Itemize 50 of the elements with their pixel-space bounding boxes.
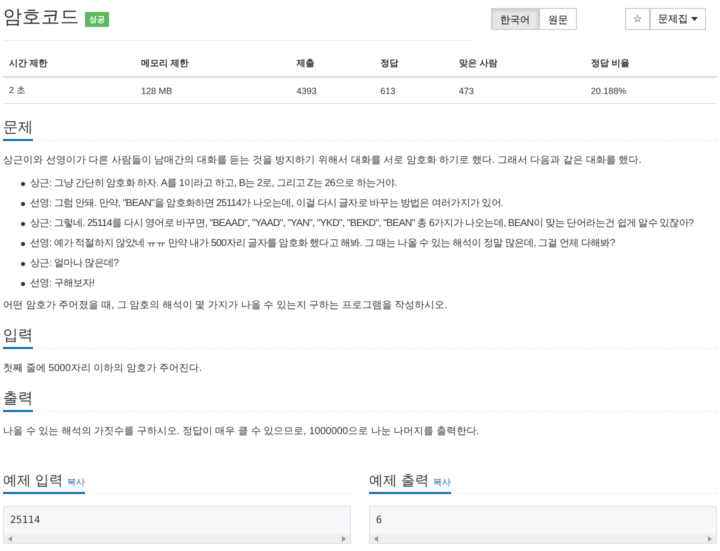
dialogue-line: 선영: 예가 적절하지 않았네 ㅠㅠ 만약 내가 500자리 글자를 암호화 했다고 해봐. 그 때는 나올 수 있는 해석이 정말 많은데, 그걸 언제 다해봐? [30, 237, 615, 250]
bullet-icon [21, 242, 25, 246]
scroll-left-icon[interactable] [374, 536, 378, 542]
column-header: 메모리 제한 [135, 51, 291, 77]
table-cell: 128 MB [135, 77, 291, 104]
caret-icon [690, 17, 698, 21]
table-cell: 4393 [290, 77, 374, 104]
column-header: 정답 [374, 51, 453, 77]
language-tab[interactable]: 한국어 [491, 8, 539, 30]
dialogue-line: 선영: 그럼 안돼. 만약, "BEAN"을 암호화하면 25114가 나오는데, 이걸 다시 글자로 바꾸는 방법은 여러가지가 있어. [30, 197, 504, 210]
scroll-left-icon[interactable] [8, 536, 12, 542]
column-header: 정답 비율 [584, 51, 717, 77]
bullet-icon [21, 202, 25, 206]
table-cell: 2 초 [3, 77, 136, 104]
table-cell: 613 [374, 77, 453, 104]
copy-link[interactable]: 복사 [66, 477, 85, 487]
section-heading: 예제 출력 [369, 472, 429, 488]
sample-value: 25114 [9, 514, 42, 528]
table-cell: 20.188% [584, 77, 717, 104]
dialogue-line: 상근: 그냥 간단히 암호화 하자. A를 1이라고 하고, B는 2로, 그리고 Z는 26으로 하는거야. [30, 177, 397, 190]
output-text: 나올 수 있는 해석의 가짓수를 구하시오. 정답이 매우 클 수 있으므로, 1000000으로 나눈 나머지를 출력한다. [3, 425, 480, 438]
section-heading: 문제 [3, 118, 33, 141]
problemset-dropdown[interactable]: 문제집 [650, 8, 706, 30]
scroll-right-icon[interactable] [708, 536, 712, 542]
column-header: 제출 [290, 51, 374, 77]
language-tab[interactable]: 원문 [539, 8, 577, 30]
dialogue-line: 상근: 얼마나 많은데? [30, 257, 118, 270]
section-heading: 예제 입력 [3, 472, 63, 488]
section-heading: 입력 [3, 326, 33, 349]
problem-text: 상근이와 선영이가 다른 사람들이 남매간의 대화를 듣는 것을 방지하기 위해서 대화를 서로 암호화 하기로 했다. 그래서 다음과 같은 대화를 했다. [3, 154, 642, 167]
column-header: 시간 제한 [3, 51, 136, 77]
horizontal-scrollbar[interactable] [4, 534, 350, 543]
copy-link[interactable]: 복사 [432, 477, 451, 487]
scroll-right-icon[interactable] [342, 536, 346, 542]
bullet-icon [21, 262, 25, 266]
sample-value: 6 [375, 514, 384, 528]
bullet-icon [21, 182, 25, 186]
input-text: 첫째 줄에 5000자리 이하의 암호가 주어진다. [3, 362, 203, 375]
dialogue-line: 선영: 구해보자! [30, 277, 94, 290]
problem-text: 어떤 암호가 주어졌을 때, 그 암호의 해석이 몇 가지가 나올 수 있는지 구하는 프로그램을 작성하시오. [3, 299, 448, 312]
table-cell: 473 [452, 77, 585, 104]
problem-title: 암호코드 [3, 6, 79, 30]
horizontal-scrollbar[interactable] [370, 534, 716, 543]
column-header: 맞은 사람 [452, 51, 585, 77]
status-badge: 성공 [85, 12, 109, 26]
bullet-icon [21, 282, 25, 286]
section-heading: 출력 [3, 389, 33, 412]
bullet-icon [21, 222, 25, 226]
dialogue-line: 상근: 그렇네. 25114를 다시 영어로 바꾸면, "BEAAD", "YAAD", "YAN", "YKD", "BEKD", "BEAN" 총 6가지가 나오는데, BEAN이 맞는 단어라는건 쉽게 알수 있잖아? [30, 217, 694, 230]
star-button[interactable]: ☆ [625, 8, 650, 30]
